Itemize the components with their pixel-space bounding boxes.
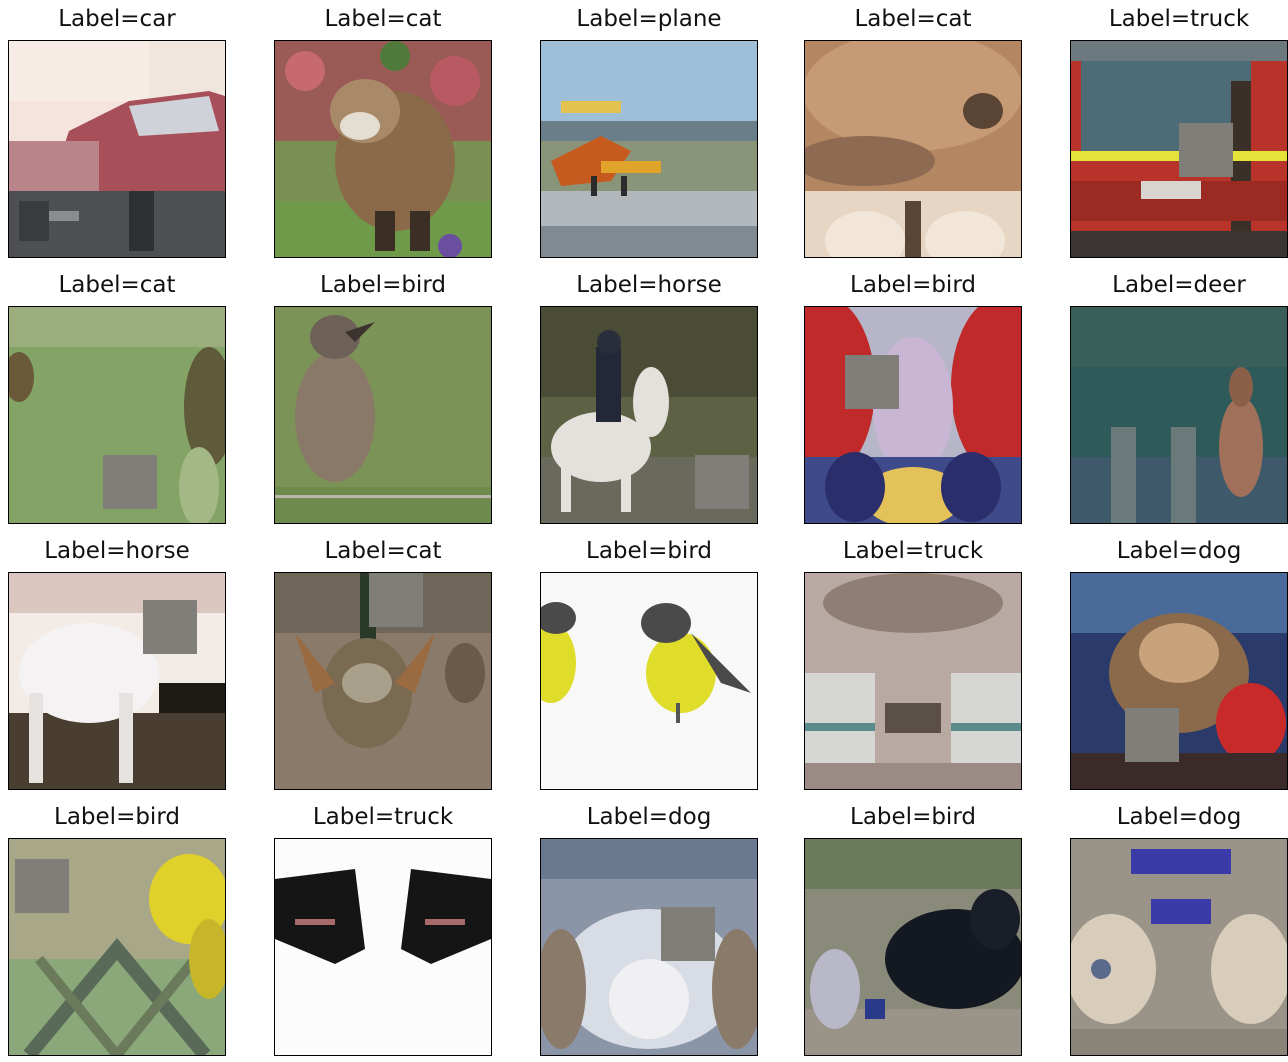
sample-image-truck bbox=[804, 572, 1022, 790]
sample-image-bird bbox=[804, 838, 1022, 1056]
occlusion-patch bbox=[1179, 123, 1233, 177]
cat-picture bbox=[275, 41, 491, 257]
sample-image-cat bbox=[804, 40, 1022, 258]
occlusion-patch bbox=[1125, 708, 1179, 762]
panel-title: Label=car bbox=[58, 6, 176, 32]
sample-image-dog bbox=[1070, 838, 1288, 1056]
dog-picture bbox=[1071, 839, 1287, 1055]
panel-title: Label=truck bbox=[312, 804, 454, 830]
panel-title: Label=bird bbox=[850, 272, 976, 298]
panel-title: Label=bird bbox=[320, 272, 446, 298]
bird-picture bbox=[805, 307, 1021, 523]
occlusion-patch bbox=[369, 573, 423, 627]
horse-picture bbox=[9, 573, 225, 789]
sample-image-horse bbox=[8, 572, 226, 790]
panel-title: Label=cat bbox=[58, 272, 176, 298]
bird-picture bbox=[275, 307, 491, 523]
horse-picture bbox=[541, 307, 757, 523]
panel-title: Label=horse bbox=[44, 538, 190, 564]
panel-title: Label=cat bbox=[324, 6, 442, 32]
panel-title: Label=bird bbox=[54, 804, 180, 830]
panel-title: Label=deer bbox=[1112, 272, 1246, 298]
dog-picture bbox=[1071, 573, 1287, 789]
occlusion-patch bbox=[661, 907, 715, 961]
panel-title: Label=cat bbox=[854, 6, 972, 32]
sample-image-horse bbox=[540, 306, 758, 524]
bird-picture bbox=[805, 839, 1021, 1055]
truck-picture bbox=[805, 573, 1021, 789]
bird-picture bbox=[541, 573, 757, 789]
sample-image-cat bbox=[274, 572, 492, 790]
sample-image-plane bbox=[540, 40, 758, 258]
sample-image-dog bbox=[1070, 572, 1288, 790]
panel-title: Label=horse bbox=[576, 272, 722, 298]
panel-title: Label=plane bbox=[576, 6, 722, 32]
cat-picture bbox=[9, 307, 225, 523]
panel-title: Label=cat bbox=[324, 538, 442, 564]
deer-picture bbox=[1071, 307, 1287, 523]
truck-picture bbox=[1071, 41, 1287, 257]
occlusion-patch bbox=[15, 859, 69, 913]
panel-title: Label=dog bbox=[1116, 804, 1242, 830]
occlusion-patch bbox=[143, 600, 197, 654]
occlusion-patch bbox=[103, 455, 157, 509]
sample-image-deer bbox=[1070, 306, 1288, 524]
panel-title: Label=dog bbox=[586, 804, 712, 830]
occlusion-patch bbox=[845, 355, 899, 409]
sample-image-truck bbox=[1070, 40, 1288, 258]
occlusion-patch bbox=[695, 455, 749, 509]
panel-title: Label=bird bbox=[586, 538, 712, 564]
sample-image-truck bbox=[274, 838, 492, 1056]
sample-image-cat bbox=[274, 40, 492, 258]
truck-picture bbox=[275, 839, 491, 1055]
dog-picture bbox=[541, 839, 757, 1055]
sample-image-bird bbox=[8, 838, 226, 1056]
image-grid: Label=car Label=cat Label=plane Label=ca… bbox=[0, 0, 1288, 1062]
bird-picture bbox=[9, 839, 225, 1055]
plane-picture bbox=[541, 41, 757, 257]
cat-picture bbox=[275, 573, 491, 789]
cat-picture bbox=[805, 41, 1021, 257]
panel-title: Label=dog bbox=[1116, 538, 1242, 564]
sample-image-bird bbox=[274, 306, 492, 524]
panel-title: Label=truck bbox=[842, 538, 984, 564]
sample-image-bird bbox=[540, 572, 758, 790]
sample-image-bird bbox=[804, 306, 1022, 524]
panel-title: Label=bird bbox=[850, 804, 976, 830]
sample-image-dog bbox=[540, 838, 758, 1056]
panel-title: Label=truck bbox=[1108, 6, 1250, 32]
sample-image-car bbox=[8, 40, 226, 258]
car-picture bbox=[9, 41, 225, 257]
sample-image-cat bbox=[8, 306, 226, 524]
